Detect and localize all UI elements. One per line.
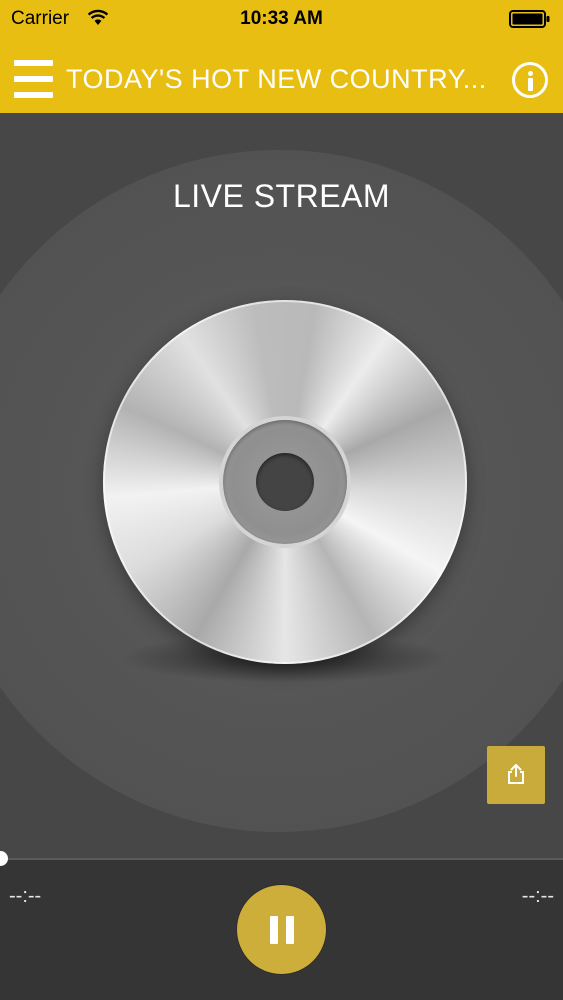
battery-icon — [509, 10, 550, 28]
disc-center-hole — [256, 453, 314, 511]
artwork-area: LIVE STREAM — [0, 113, 563, 859]
progress-track[interactable] — [0, 858, 563, 860]
share-icon — [508, 764, 524, 784]
stream-label: LIVE STREAM — [172, 178, 391, 214]
hamburger-menu-icon[interactable] — [14, 60, 53, 98]
disc-center-ring — [223, 420, 347, 544]
pause-button[interactable] — [237, 885, 326, 974]
nav-bar: TODAY'S HOT NEW COUNTRY... — [0, 40, 563, 113]
time-elapsed: --:-- — [9, 885, 42, 907]
pause-icon — [270, 916, 294, 944]
player-controls: --:-- --:-- — [0, 851, 563, 1000]
status-bar: Carrier 10:33 AM — [0, 0, 563, 40]
status-time: 10:33 AM — [240, 8, 323, 29]
share-button[interactable] — [487, 746, 545, 804]
app-screen: Carrier 10:33 AM TODAY'S HOT NEW COUNTRY… — [0, 0, 563, 1000]
header: Carrier 10:33 AM TODAY'S HOT NEW COUNTRY… — [0, 0, 563, 113]
station-title: TODAY'S HOT NEW COUNTRY... — [66, 64, 487, 94]
compact-disc-icon — [103, 300, 467, 664]
info-icon[interactable] — [512, 62, 548, 98]
time-remaining: --:-- — [521, 885, 554, 907]
